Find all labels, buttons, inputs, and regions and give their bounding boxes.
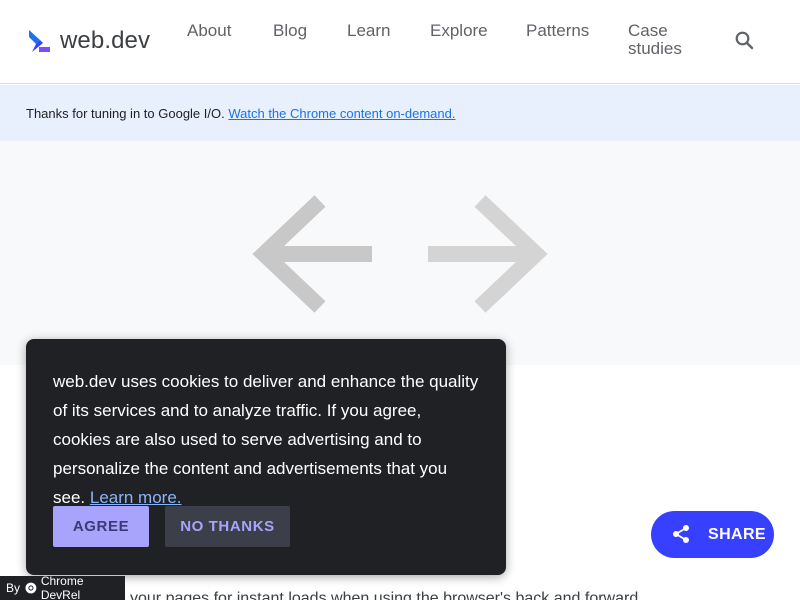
article-text: your pages for instant loads when using … bbox=[130, 590, 639, 600]
agree-button[interactable]: AGREE bbox=[53, 506, 149, 547]
hero-image bbox=[0, 141, 800, 365]
search-icon bbox=[735, 31, 754, 50]
banner-text: Thanks for tuning in to Google I/O. Watc… bbox=[26, 106, 456, 121]
nav-case-studies[interactable]: Case studies bbox=[628, 22, 698, 58]
badge-by: By bbox=[6, 581, 21, 595]
chrome-devrel-badge[interactable]: By Chrome DevRel bbox=[0, 574, 125, 600]
arrow-right-icon bbox=[428, 195, 548, 313]
nav-learn[interactable]: Learn bbox=[347, 22, 390, 40]
badge-label: Chrome DevRel bbox=[40, 574, 84, 600]
chrome-icon bbox=[25, 582, 37, 594]
site-logo[interactable]: web.dev bbox=[26, 27, 150, 55]
share-button[interactable]: SHARE bbox=[651, 511, 774, 558]
logo-text: web.dev bbox=[60, 27, 151, 54]
announcement-banner: Thanks for tuning in to Google I/O. Watc… bbox=[0, 85, 800, 141]
share-icon bbox=[673, 525, 689, 543]
site-header: web.dev About Blog Learn Explore Pattern… bbox=[0, 0, 800, 84]
nav-patterns[interactable]: Patterns bbox=[526, 22, 589, 40]
cookie-learn-more-link[interactable]: Learn more. bbox=[90, 488, 182, 507]
nav-blog[interactable]: Blog bbox=[273, 22, 307, 40]
nav-about[interactable]: About bbox=[187, 22, 231, 40]
web-dev-logo-icon bbox=[29, 30, 50, 52]
nav-explore[interactable]: Explore bbox=[430, 22, 488, 40]
arrow-left-icon bbox=[252, 195, 372, 313]
cookie-consent-dialog: web.dev uses cookies to deliver and enha… bbox=[26, 339, 506, 575]
search-button[interactable] bbox=[734, 30, 756, 52]
cookie-message: web.dev uses cookies to deliver and enha… bbox=[53, 372, 479, 507]
share-label: SHARE bbox=[708, 526, 767, 543]
banner-link[interactable]: Watch the Chrome content on-demand. bbox=[228, 106, 455, 121]
no-thanks-button[interactable]: NO THANKS bbox=[165, 506, 290, 547]
